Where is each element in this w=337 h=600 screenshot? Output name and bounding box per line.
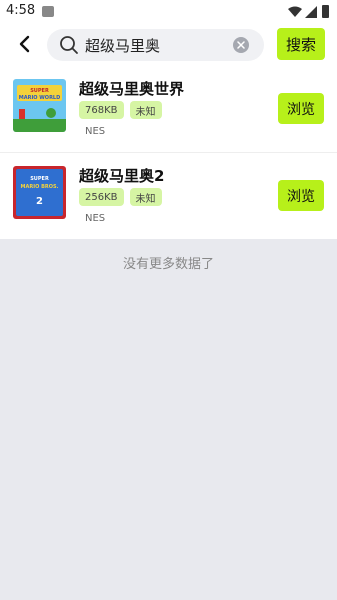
list-item[interactable]: SUPER MARIO BROS. 2 超级马里奥2 256KB 未知 NES … bbox=[0, 153, 337, 239]
search-icon bbox=[60, 36, 78, 54]
results-list: SUPER MARIO WORLD 超级马里奥世界 768KB 未知 NES 浏… bbox=[0, 66, 337, 239]
back-arrow-icon bbox=[19, 35, 30, 53]
no-more-data-text: 没有更多数据了 bbox=[122, 257, 214, 272]
search-header: 搜索 bbox=[0, 24, 337, 66]
game-thumbnail: SUPER MARIO BROS. 2 bbox=[13, 166, 66, 219]
svg-text:SUPER: SUPER bbox=[30, 88, 49, 94]
back-button[interactable] bbox=[14, 34, 34, 54]
browse-button[interactable]: 浏览 bbox=[278, 93, 324, 124]
svg-text:2: 2 bbox=[36, 196, 43, 207]
status-bar: 4:58 bbox=[0, 0, 337, 24]
svg-text:SUPER: SUPER bbox=[30, 176, 49, 182]
game-title: 超级马里奥2 bbox=[79, 167, 165, 185]
game-thumbnail: SUPER MARIO WORLD bbox=[13, 79, 66, 132]
svg-text:MARIO WORLD: MARIO WORLD bbox=[19, 95, 61, 101]
platform-label: NES bbox=[85, 213, 106, 224]
size-badge: 256KB bbox=[79, 188, 124, 206]
search-button[interactable]: 搜索 bbox=[277, 28, 325, 60]
status-time: 4:58 bbox=[6, 3, 36, 18]
signal-icon bbox=[305, 6, 317, 18]
status-badge: 未知 bbox=[129, 188, 162, 206]
search-input[interactable] bbox=[85, 29, 235, 61]
game-title: 超级马里奥世界 bbox=[79, 80, 185, 98]
browse-button[interactable]: 浏览 bbox=[278, 180, 324, 211]
game-tags: 768KB 未知 bbox=[79, 101, 162, 119]
platform-label: NES bbox=[85, 126, 106, 137]
wifi-icon bbox=[288, 6, 302, 17]
svg-text:MARIO BROS.: MARIO BROS. bbox=[21, 184, 59, 190]
size-badge: 768KB bbox=[79, 101, 124, 119]
battery-icon bbox=[322, 5, 329, 18]
search-box[interactable] bbox=[47, 29, 264, 61]
list-item[interactable]: SUPER MARIO WORLD 超级马里奥世界 768KB 未知 NES 浏… bbox=[0, 66, 337, 153]
game-tags: 256KB 未知 bbox=[79, 188, 162, 206]
status-badge: 未知 bbox=[129, 101, 162, 119]
clear-icon[interactable] bbox=[233, 37, 249, 53]
notification-icon bbox=[42, 6, 54, 17]
